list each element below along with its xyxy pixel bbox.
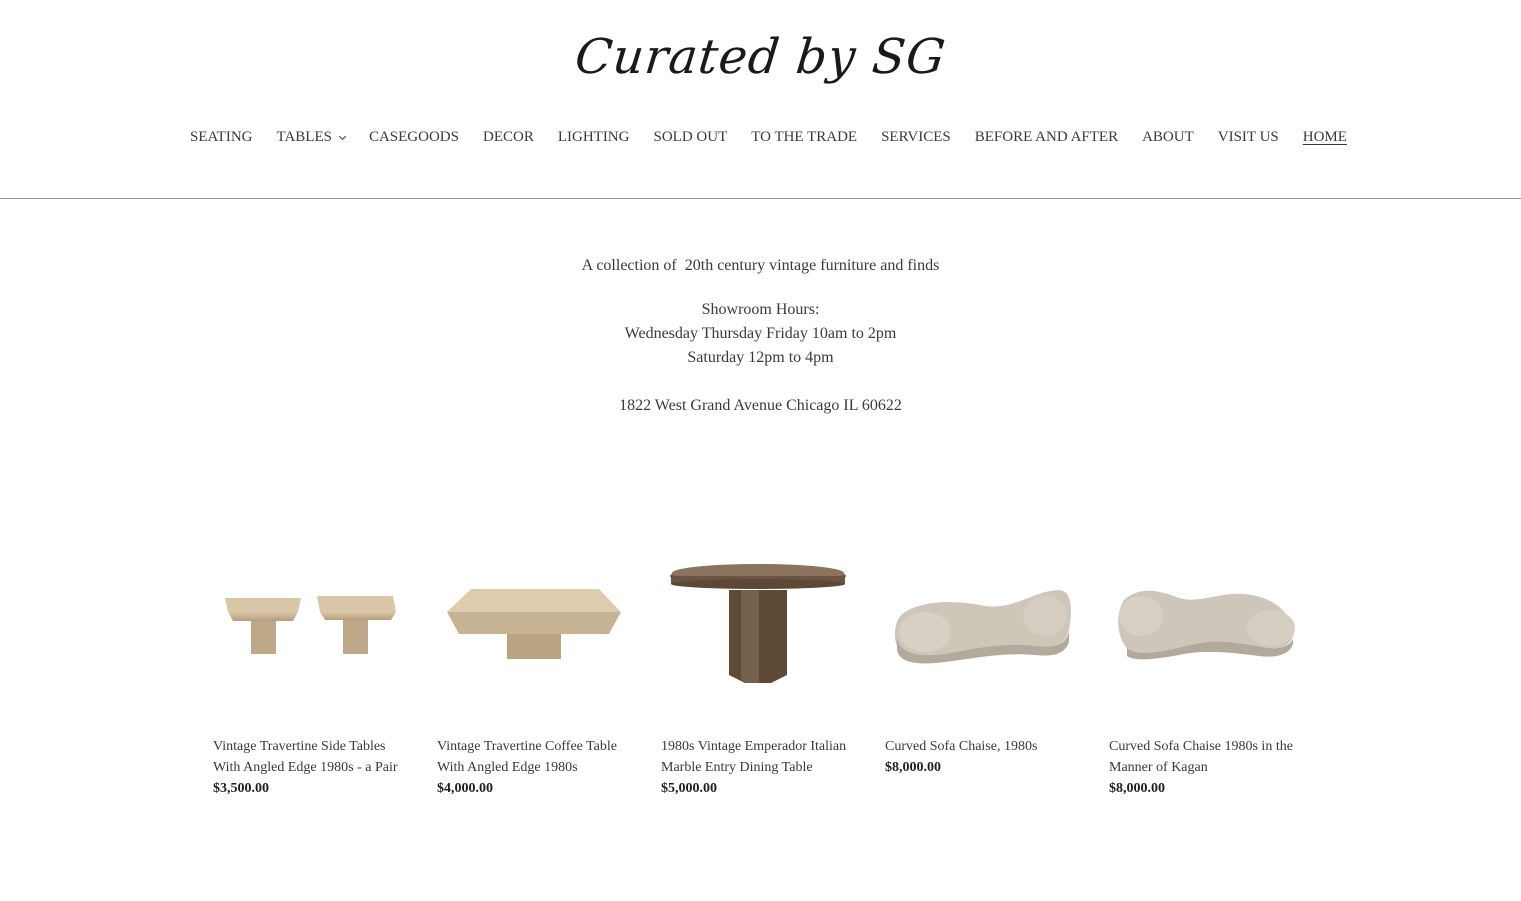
nav-tables[interactable]: TABLES (276, 128, 347, 146)
hours-weekday: Wednesday Thursday Friday 10am to 2pm (624, 325, 897, 342)
nav-lighting[interactable]: LIGHTING (558, 129, 630, 146)
nav-decor[interactable]: DECOR (483, 129, 534, 146)
intro-tagline: A collection of 20th century vintage fur… (581, 257, 940, 274)
address-block: 1822 West Grand Avenue Chicago IL 60622 (0, 394, 1521, 418)
travertine-side-tables-image[interactable] (213, 520, 402, 725)
product-title[interactable]: 1980s Vintage Emperador Italian Marble E… (661, 736, 850, 778)
product-card[interactable]: Vintage Travertine Coffee Table With Ang… (437, 520, 626, 799)
product-title[interactable]: Vintage Travertine Coffee Table With Ang… (437, 736, 626, 778)
nav-home[interactable]: HOME (1303, 129, 1347, 146)
product-price: $5,000.00 (661, 781, 717, 796)
product-price: $8,000.00 (885, 760, 941, 775)
nav-visit-us[interactable]: VISIT US (1218, 129, 1279, 146)
nav-services[interactable]: SERVICES (881, 129, 951, 146)
showroom-hours: Showroom Hours: Wednesday Thursday Frida… (0, 298, 1521, 370)
product-title[interactable]: Curved Sofa Chaise 1980s in the Manner o… (1109, 736, 1298, 778)
nav-before-and-after[interactable]: BEFORE AND AFTER (975, 129, 1118, 146)
product-title[interactable]: Curved Sofa Chaise, 1980s (885, 736, 1074, 757)
nav-about[interactable]: ABOUT (1142, 129, 1194, 146)
curved-sofa-chaise-image[interactable] (885, 520, 1074, 725)
hours-saturday: Saturday 12pm to 4pm (687, 349, 834, 366)
nav-visit-us-label: VISIT US (1217, 128, 1279, 145)
nav-tables-label: TABLES (276, 128, 332, 145)
site-logo[interactable]: Curated by SG (0, 22, 1521, 92)
showroom-address: 1822 West Grand Avenue Chicago IL 60622 (619, 397, 902, 414)
product-price: $3,500.00 (213, 781, 269, 796)
curved-sofa-chaise-kagan-image[interactable] (1109, 520, 1298, 725)
site-header: Curated by SG SEATING TABLES CASEGOODS DECO… (0, 0, 1521, 199)
nav-about-label: ABOUT (1142, 128, 1194, 145)
product-card[interactable]: Curved Sofa Chaise 1980s in the Manner o… (1109, 520, 1298, 799)
nav-casegoods-label: CASEGOODS (368, 128, 459, 145)
product-grid: Vintage Travertine Side Tables With Angl… (213, 520, 1298, 799)
nav-decor-label: DECOR (482, 128, 534, 145)
hours-heading: Showroom Hours: (701, 301, 820, 318)
product-price: $8,000.00 (1109, 781, 1165, 796)
nav-before-and-after-label: BEFORE AND AFTER (974, 128, 1119, 145)
nav-to-the-trade-label: TO THE TRADE (751, 128, 858, 145)
nav-casegoods[interactable]: CASEGOODS (369, 129, 459, 146)
nav-lighting-label: LIGHTING (557, 128, 630, 145)
nav-to-the-trade[interactable]: TO THE TRADE (751, 129, 857, 146)
marble-dining-table-image[interactable] (661, 520, 850, 725)
nav-seating-label: SEATING (190, 128, 253, 145)
product-price: $4,000.00 (437, 781, 493, 796)
product-card[interactable]: Curved Sofa Chaise, 1980s $8,000.00 (885, 520, 1074, 799)
nav-home-label: HOME (1302, 128, 1347, 145)
product-title[interactable]: Vintage Travertine Side Tables With Angl… (213, 736, 402, 778)
intro-tagline-block: A collection of 20th century vintage fur… (0, 254, 1521, 278)
nav-sold-out[interactable]: SOLD OUT (653, 129, 727, 146)
main-nav: SEATING TABLES CASEGOODS DECOR LIGHTING SOLD … (190, 126, 1347, 148)
product-card[interactable]: Vintage Travertine Side Tables With Angl… (213, 520, 402, 799)
nav-sold-out-label: SOLD OUT (653, 128, 728, 145)
product-card[interactable]: 1980s Vintage Emperador Italian Marble E… (661, 520, 850, 799)
nav-seating[interactable]: SEATING (190, 129, 253, 146)
chevron-down-icon[interactable] (338, 132, 347, 140)
travertine-coffee-table-image[interactable] (437, 520, 626, 725)
nav-services-label: SERVICES (881, 128, 951, 145)
